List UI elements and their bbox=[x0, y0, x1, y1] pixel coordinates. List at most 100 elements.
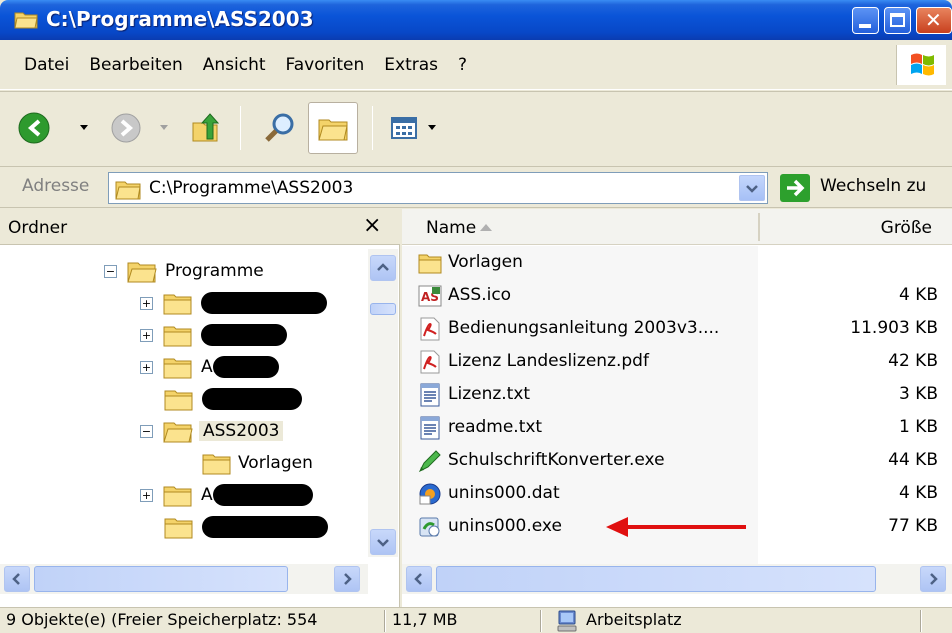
forward-dropdown-icon[interactable] bbox=[160, 125, 168, 130]
folder-open-icon bbox=[127, 262, 157, 283]
chevron-left-icon bbox=[12, 573, 20, 585]
collapse-icon[interactable]: − bbox=[140, 424, 153, 438]
file-row-readme-txt[interactable]: readme.txt 1 KB bbox=[402, 411, 952, 444]
expand-icon[interactable]: + bbox=[140, 328, 153, 342]
column-size-header[interactable]: Größe bbox=[881, 218, 932, 238]
text-file-icon bbox=[420, 416, 440, 440]
file-size: 1 KB bbox=[898, 417, 938, 437]
file-name: Lizenz Landeslizenz.pdf bbox=[448, 351, 649, 371]
redacted-label bbox=[212, 484, 313, 506]
tree-item[interactable] bbox=[164, 383, 302, 415]
file-row-lizenz-txt[interactable]: Lizenz.txt 3 KB bbox=[402, 378, 952, 411]
scroll-right-button[interactable] bbox=[334, 566, 360, 592]
menu-bearbeiten[interactable]: Bearbeiten bbox=[79, 55, 192, 75]
scroll-up-button[interactable] bbox=[370, 255, 396, 281]
up-folder-button[interactable] bbox=[186, 108, 226, 148]
file-row-unins000-dat[interactable]: unins000.dat 4 KB bbox=[402, 477, 952, 510]
up-folder-icon bbox=[192, 113, 220, 142]
search-icon bbox=[265, 113, 294, 142]
folder-open-icon bbox=[163, 422, 193, 443]
chevron-right-icon bbox=[344, 573, 352, 585]
scroll-thumb[interactable] bbox=[34, 566, 288, 592]
file-row-bedienungsanleitung[interactable]: Bedienungsanleitung 2003v3.... 11.903 KB bbox=[402, 312, 952, 345]
menu-help[interactable]: ? bbox=[448, 55, 477, 75]
window-title: C:\Programme\ASS2003 bbox=[46, 7, 314, 31]
title-bar[interactable]: C:\Programme\ASS2003 ✕ bbox=[0, 0, 952, 40]
file-row-schulschriftkonverter[interactable]: SchulschriftKonverter.exe 44 KB bbox=[402, 444, 952, 477]
back-arrow-icon bbox=[18, 112, 50, 144]
menu-datei[interactable]: Datei bbox=[0, 55, 79, 75]
address-dropdown-button[interactable] bbox=[739, 175, 765, 201]
maximize-icon bbox=[890, 13, 905, 27]
minimize-button[interactable] bbox=[852, 7, 879, 34]
expand-icon[interactable]: + bbox=[140, 360, 153, 374]
tree-item[interactable]: + A bbox=[140, 479, 313, 511]
close-folders-icon[interactable]: × bbox=[363, 213, 381, 238]
folder-icon bbox=[418, 254, 442, 274]
file-name: Vorlagen bbox=[448, 252, 523, 272]
scroll-down-button[interactable] bbox=[370, 529, 396, 555]
menu-ansicht[interactable]: Ansicht bbox=[193, 55, 276, 75]
folder-icon bbox=[163, 294, 192, 315]
address-bar: Adresse C:\Programme\ASS2003 Wechseln zu bbox=[0, 168, 952, 208]
folders-horizontal-scrollbar[interactable] bbox=[0, 564, 368, 594]
search-button[interactable] bbox=[260, 108, 300, 148]
scroll-thumb[interactable] bbox=[436, 566, 876, 592]
pdf-icon bbox=[420, 350, 440, 374]
scroll-right-button[interactable] bbox=[920, 566, 946, 592]
scroll-left-button[interactable] bbox=[4, 566, 30, 592]
tree-item-vorlagen[interactable]: Vorlagen bbox=[202, 447, 313, 479]
tree-item[interactable] bbox=[164, 511, 328, 543]
back-button[interactable] bbox=[14, 108, 54, 148]
folders-vertical-scrollbar[interactable] bbox=[368, 249, 398, 557]
folders-button[interactable] bbox=[308, 102, 358, 154]
tree-item[interactable]: + bbox=[140, 319, 287, 351]
forward-button[interactable] bbox=[106, 108, 146, 148]
go-arrow-icon bbox=[787, 179, 805, 197]
exe-uninstall-icon bbox=[419, 517, 440, 537]
status-divider bbox=[920, 610, 922, 632]
redacted-label bbox=[202, 388, 302, 410]
scroll-thumb[interactable] bbox=[370, 303, 396, 315]
column-divider[interactable] bbox=[758, 213, 760, 241]
tree-item[interactable]: + A bbox=[140, 351, 279, 383]
exe-pen-icon bbox=[418, 450, 441, 473]
folder-icon bbox=[163, 486, 192, 507]
menu-extras[interactable]: Extras bbox=[374, 55, 448, 75]
status-objects: 9 Objekte(e) (Freier Speicherplatz: 554 bbox=[6, 610, 318, 629]
go-button[interactable] bbox=[780, 174, 810, 202]
collapse-icon[interactable]: − bbox=[104, 264, 117, 278]
folder-icon bbox=[115, 181, 141, 200]
tree-item[interactable]: + bbox=[140, 287, 327, 319]
file-row-lizenz-pdf[interactable]: Lizenz Landeslizenz.pdf 42 KB bbox=[402, 345, 952, 378]
file-row-vorlagen[interactable]: Vorlagen bbox=[402, 246, 952, 279]
column-name-header[interactable]: Name bbox=[426, 218, 476, 238]
views-button[interactable] bbox=[384, 108, 424, 148]
folder-icon bbox=[163, 326, 192, 347]
address-input[interactable]: C:\Programme\ASS2003 bbox=[108, 172, 768, 204]
file-name: SchulschriftKonverter.exe bbox=[448, 450, 665, 470]
tree-item[interactable]: − Programme bbox=[104, 255, 264, 287]
expand-icon[interactable]: + bbox=[140, 488, 153, 502]
chevron-right-icon bbox=[930, 573, 938, 585]
maximize-button[interactable] bbox=[884, 7, 911, 34]
file-row-ass-ico[interactable]: AS ASS.ico 4 KB bbox=[402, 279, 952, 312]
redacted-label bbox=[202, 516, 328, 538]
tree-label: Vorlagen bbox=[238, 453, 313, 473]
expand-icon[interactable]: + bbox=[140, 296, 153, 310]
folders-header: Ordner × bbox=[0, 209, 400, 245]
go-label[interactable]: Wechseln zu bbox=[820, 176, 926, 196]
toolbar-separator bbox=[372, 106, 373, 150]
menu-favoriten[interactable]: Favoriten bbox=[276, 55, 375, 75]
folders-icon bbox=[318, 119, 348, 141]
scroll-left-button[interactable] bbox=[406, 566, 432, 592]
annotation-arrow-icon bbox=[606, 517, 628, 537]
folder-icon bbox=[14, 12, 38, 29]
back-dropdown-icon[interactable] bbox=[80, 125, 88, 130]
address-value: C:\Programme\ASS2003 bbox=[149, 178, 354, 198]
close-button[interactable]: ✕ bbox=[916, 7, 952, 34]
text-file-icon bbox=[420, 383, 440, 407]
files-horizontal-scrollbar[interactable] bbox=[402, 564, 952, 594]
views-dropdown-icon[interactable] bbox=[428, 125, 436, 130]
tree-item-ass2003[interactable]: − ASS2003 bbox=[140, 415, 284, 447]
